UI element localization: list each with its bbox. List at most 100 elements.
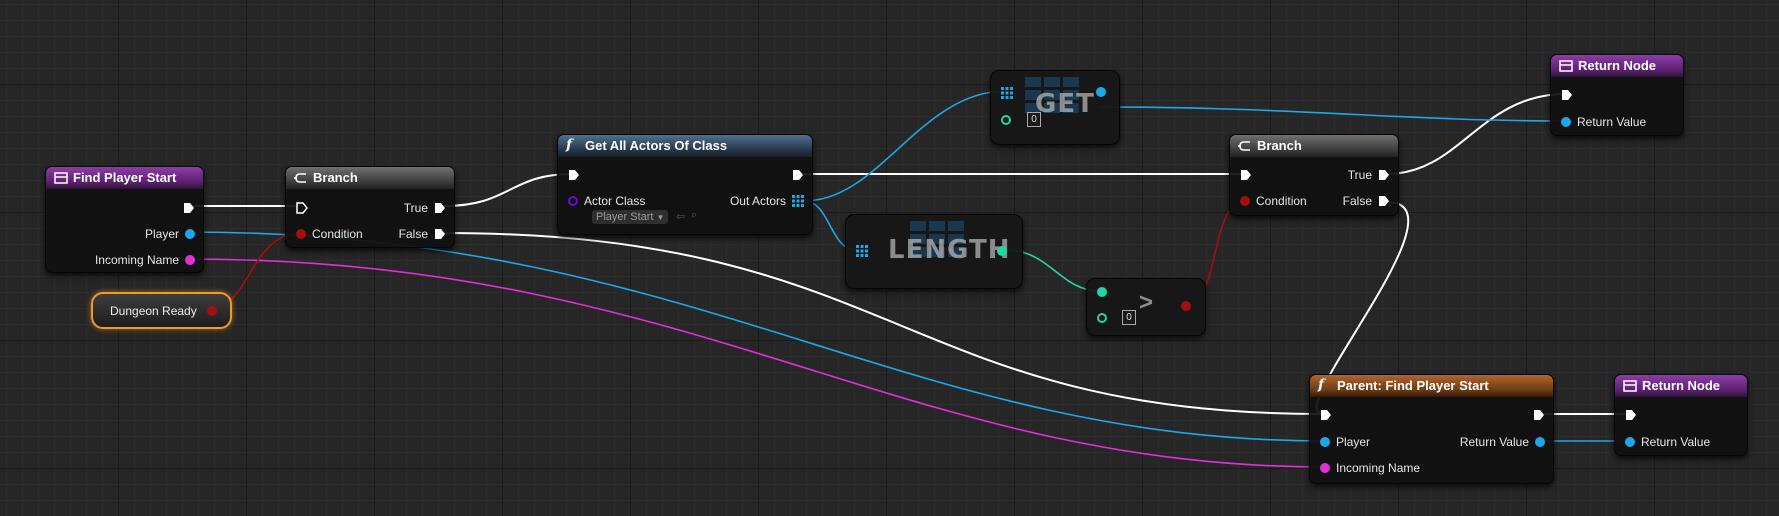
return-value-in-pin[interactable]: Return Value [1561, 113, 1646, 131]
node-header[interactable]: f Parent: Find Player Start [1310, 375, 1553, 397]
exec-out-pin[interactable] [183, 199, 195, 217]
node-title: Get All Actors Of Class [585, 138, 728, 153]
bool-pin-icon[interactable] [206, 305, 217, 316]
bool-pin-icon[interactable] [1181, 301, 1191, 311]
exec-wire [443, 173, 573, 207]
pin-label: Return Value [1459, 435, 1529, 449]
operator-label: > [1139, 289, 1154, 316]
int-pin-icon[interactable] [1097, 287, 1107, 297]
parent-find-player-start-node[interactable]: f Parent: Find Player Start Player Retur… [1309, 374, 1554, 484]
branch-node-2[interactable]: Branch Condition True False [1229, 134, 1399, 216]
pin-label: Return Value [1577, 115, 1647, 129]
node-header[interactable]: Find Player Start [46, 167, 203, 189]
int-pin-icon[interactable] [1097, 313, 1107, 323]
branch-icon [294, 173, 306, 183]
actor-class-in-pin[interactable]: Actor Class [568, 192, 645, 210]
exec-pin-icon [1562, 90, 1572, 100]
array-pin-icon [792, 195, 804, 207]
exec-in-pin[interactable] [568, 166, 580, 184]
node-header[interactable]: f Get All Actors Of Class [558, 135, 812, 157]
node-title: Branch [1257, 138, 1302, 153]
node-header[interactable]: Return Node [1551, 55, 1683, 77]
node-header[interactable]: Branch [1230, 135, 1398, 157]
exec-pin-icon [569, 170, 579, 180]
object-pin-icon [185, 229, 195, 239]
exec-pin-icon [1379, 170, 1389, 180]
pin-label: False [398, 227, 428, 241]
exec-in-pin[interactable] [1320, 406, 1332, 424]
get-all-actors-node[interactable]: f Get All Actors Of Class Actor Class Pl… [557, 134, 813, 235]
browse-icon[interactable]: ⌕ [691, 209, 697, 222]
name-pin-icon [1320, 463, 1330, 473]
node-header[interactable]: Branch [286, 167, 454, 189]
use-selected-arrow-icon[interactable]: ⇦ [676, 210, 685, 223]
function-icon: f [1318, 377, 1325, 393]
exec-pin-icon [1321, 410, 1331, 420]
pin-label: Out Actors [729, 194, 786, 208]
return-value-in-pin[interactable]: Return Value [1625, 433, 1710, 451]
pin-label: True [1347, 168, 1372, 182]
bool-pin-icon [296, 229, 306, 239]
pin-label: True [403, 201, 428, 215]
pin-label: Player [144, 227, 179, 241]
false-out-pin[interactable]: False [399, 225, 446, 243]
dungeon-ready-variable-node[interactable]: Dungeon Ready [91, 292, 232, 329]
int-pin-icon[interactable] [997, 246, 1007, 256]
out-actors-pin[interactable]: Out Actors [730, 192, 804, 210]
object-wire [1099, 106, 1567, 122]
player-out-pin[interactable]: Player [145, 225, 195, 243]
bool-pin-icon [1240, 196, 1250, 206]
incoming-name-out-pin[interactable]: Incoming Name [95, 251, 195, 269]
true-out-pin[interactable]: True [404, 199, 446, 217]
return-icon [1623, 380, 1637, 392]
pin-label: Incoming Name [1336, 461, 1421, 475]
node-title: Branch [313, 170, 358, 185]
pin-label: Incoming Name [94, 253, 179, 267]
exec-in-pin[interactable] [1561, 86, 1573, 104]
return-node-top[interactable]: Return Node Return Value [1550, 54, 1684, 136]
array-pin-icon[interactable] [1001, 87, 1013, 99]
return-value-out-pin[interactable]: Return Value [1460, 433, 1545, 451]
exec-in-pin[interactable] [1625, 406, 1637, 424]
greater-than-node[interactable]: 0 > [1086, 278, 1206, 336]
object-pin-icon [1561, 117, 1571, 127]
object-pin-icon [1625, 437, 1635, 447]
player-in-pin[interactable]: Player [1320, 433, 1370, 451]
actor-class-dropdown[interactable]: Player Start ▼ [592, 210, 669, 224]
true-out-pin[interactable]: True [1348, 166, 1390, 184]
array-pin-icon[interactable] [856, 245, 868, 257]
int-pin-icon[interactable] [1001, 115, 1011, 125]
exec-in-pin[interactable] [1240, 166, 1252, 184]
branch-node-1[interactable]: Branch Condition True False [285, 166, 455, 248]
variable-label: Dungeon Ready [110, 303, 197, 318]
object-wire [803, 90, 1007, 202]
find-player-start-node[interactable]: Find Player Start Player Incoming Name [45, 166, 204, 273]
length-node[interactable]: LENGTH [845, 214, 1023, 289]
node-title: Find Player Start [73, 170, 177, 185]
exec-pin-icon [1534, 410, 1544, 420]
dropdown-value: Player Start [596, 211, 654, 223]
condition-in-pin[interactable]: Condition [1240, 192, 1307, 210]
condition-in-pin[interactable]: Condition [296, 225, 363, 243]
chevron-down-icon: ▼ [656, 213, 665, 222]
class-pin-icon [568, 196, 578, 206]
exec-pin-icon [793, 170, 803, 180]
index-input[interactable]: 0 [1027, 112, 1041, 127]
exec-pin-icon [435, 229, 445, 239]
exec-in-pin[interactable] [296, 199, 308, 217]
object-pin-icon[interactable] [1096, 87, 1106, 97]
exec-out-pin[interactable] [1533, 406, 1545, 424]
event-icon [54, 172, 68, 184]
exec-out-pin[interactable] [792, 166, 804, 184]
exec-pin-icon [1241, 170, 1251, 180]
object-wire [186, 231, 1328, 442]
incoming-name-in-pin[interactable]: Incoming Name [1320, 459, 1420, 477]
node-header[interactable]: Return Node [1615, 375, 1747, 397]
return-node-bottom[interactable]: Return Node Return Value [1614, 374, 1748, 456]
exec-pin-icon [1379, 196, 1389, 206]
function-icon: f [566, 137, 573, 153]
get-array-node[interactable]: GET 0 [990, 70, 1120, 145]
compare-value-input[interactable]: 0 [1122, 310, 1136, 325]
false-out-pin[interactable]: False [1343, 192, 1390, 210]
node-title: LENGTH [888, 235, 1011, 265]
